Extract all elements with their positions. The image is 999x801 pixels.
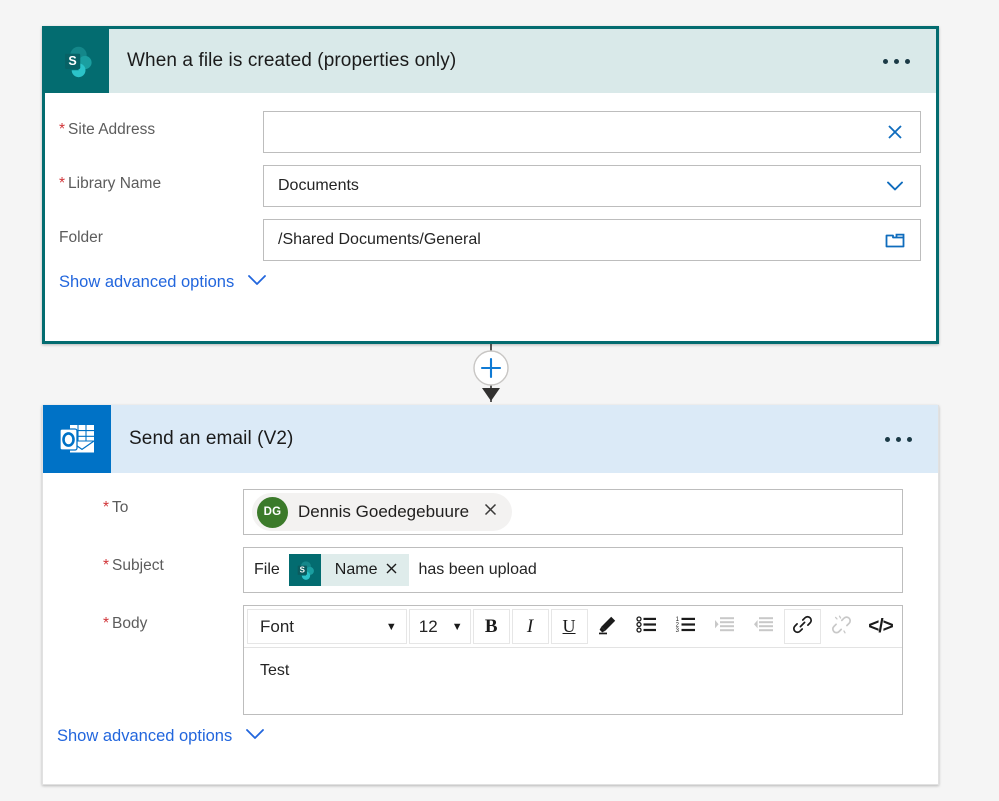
chevron-down-icon xyxy=(244,727,266,746)
body-label: * Body xyxy=(103,615,148,632)
svg-text:S: S xyxy=(299,566,304,575)
flow-designer-canvas: S When a file is created (properties onl… xyxy=(0,0,999,801)
code-view-label: </> xyxy=(868,615,894,637)
clear-site-address-icon[interactable] xyxy=(882,119,908,145)
remove-recipient-icon[interactable] xyxy=(479,502,498,522)
email-card-header[interactable]: Send an email (V2) xyxy=(43,405,938,473)
email-card-title: Send an email (V2) xyxy=(129,428,294,449)
font-family-value: Font xyxy=(260,616,295,636)
required-asterisk: * xyxy=(59,121,66,138)
font-size-select[interactable]: 12 ▼ xyxy=(408,609,471,644)
recipient-chip[interactable]: DG Dennis Goedegebuure xyxy=(252,493,513,531)
font-family-select[interactable]: Font ▼ xyxy=(247,609,407,644)
trigger-card-title: When a file is created (properties only) xyxy=(127,50,457,71)
underline-button-label: U xyxy=(562,616,576,636)
email-card-more-options-icon[interactable] xyxy=(885,436,938,442)
remove-token-icon[interactable] xyxy=(385,562,409,579)
trigger-card-header[interactable]: S When a file is created (properties onl… xyxy=(45,29,936,93)
unlink-icon xyxy=(831,614,852,640)
avatar: DG xyxy=(257,496,288,528)
trigger-advanced-label: Show advanced options xyxy=(59,273,235,291)
italic-button-label: I xyxy=(526,615,534,637)
field-row-folder: Folder /Shared Documents/General xyxy=(45,219,936,261)
sharepoint-icon: S xyxy=(288,554,321,586)
flow-connector xyxy=(466,344,516,406)
bold-button-label: B xyxy=(484,615,498,637)
link-button[interactable] xyxy=(784,609,822,644)
field-row-library-name: * Library Name Documents xyxy=(45,165,936,207)
subject-input[interactable]: File S Name has been upload xyxy=(243,547,903,593)
library-name-value: Documents xyxy=(278,177,359,194)
dynamic-content-token-name[interactable]: S Name xyxy=(288,554,410,586)
trigger-card-sharepoint[interactable]: S When a file is created (properties onl… xyxy=(42,26,939,344)
bulleted-list-button[interactable] xyxy=(628,609,665,644)
svg-text:S: S xyxy=(68,54,76,68)
required-asterisk: * xyxy=(103,557,110,574)
field-row-to: * To DG Dennis Goedegebuure xyxy=(43,489,938,535)
trigger-card-more-options-icon[interactable] xyxy=(883,58,936,64)
trigger-show-advanced-options-link[interactable]: Show advanced options xyxy=(45,273,268,292)
outdent-button[interactable] xyxy=(745,609,782,644)
email-advanced-label: Show advanced options xyxy=(57,727,233,745)
chevron-down-icon xyxy=(246,273,268,292)
to-input[interactable]: DG Dennis Goedegebuure xyxy=(243,489,903,535)
library-name-label: * Library Name xyxy=(59,175,162,192)
site-address-input[interactable] xyxy=(263,111,921,153)
numbered-list-icon: 1 2 3 xyxy=(675,615,696,639)
underline-button[interactable]: U xyxy=(550,609,588,644)
body-content-text: Test xyxy=(260,662,290,679)
folder-picker-icon[interactable] xyxy=(882,227,908,253)
italic-button[interactable]: I xyxy=(511,609,549,644)
numbered-list-button[interactable]: 1 2 3 xyxy=(667,609,704,644)
highlighter-icon xyxy=(597,614,618,640)
site-address-label: * Site Address xyxy=(59,121,156,138)
sharepoint-icon: S xyxy=(45,29,109,93)
chevron-down-icon: ▼ xyxy=(385,620,397,633)
email-show-advanced-options-link[interactable]: Show advanced options xyxy=(43,727,266,746)
highlight-button[interactable] xyxy=(590,609,627,644)
field-row-subject: * Subject File S Name has been upload xyxy=(43,547,938,593)
subject-suffix-text: has been upload xyxy=(418,561,537,578)
subject-prefix-text: File xyxy=(254,561,280,578)
action-card-send-email[interactable]: Send an email (V2) * To DG Dennis Goedege… xyxy=(42,405,939,785)
outdent-icon xyxy=(753,615,774,639)
folder-input[interactable]: /Shared Documents/General xyxy=(263,219,921,261)
required-asterisk: * xyxy=(103,615,110,632)
field-row-site-address: * Site Address xyxy=(45,111,936,153)
code-view-button[interactable]: </> xyxy=(862,609,899,644)
to-label: * To xyxy=(103,499,129,516)
indent-icon xyxy=(714,615,735,639)
trigger-card-body: * Site Address * Library Name Documents … xyxy=(45,93,936,292)
required-asterisk: * xyxy=(103,499,110,516)
library-name-input[interactable]: Documents xyxy=(263,165,921,207)
field-row-body: * Body Font ▼ 12 ▼ B I U 1 2 3 </> Test xyxy=(43,605,938,715)
email-advanced-row: Show advanced options xyxy=(43,727,938,746)
indent-button[interactable] xyxy=(706,609,743,644)
subject-label: * Subject xyxy=(103,557,164,574)
folder-value: /Shared Documents/General xyxy=(278,231,481,248)
library-name-dropdown-icon[interactable] xyxy=(882,173,908,199)
folder-label: Folder xyxy=(59,229,103,246)
rich-text-toolbar: Font ▼ 12 ▼ B I U 1 2 3 </> xyxy=(244,606,902,648)
body-rich-text-editor[interactable]: Font ▼ 12 ▼ B I U 1 2 3 </> Test xyxy=(243,605,903,715)
link-icon xyxy=(792,614,813,640)
chevron-down-icon: ▼ xyxy=(451,620,463,633)
unlink-button[interactable] xyxy=(823,609,860,644)
bulleted-list-icon xyxy=(636,615,657,639)
outlook-icon xyxy=(43,405,111,473)
body-content-area[interactable]: Test xyxy=(244,648,902,714)
recipient-name: Dennis Goedegebuure xyxy=(298,502,470,521)
bold-button[interactable]: B xyxy=(472,609,510,644)
trigger-advanced-row: Show advanced options xyxy=(45,273,936,292)
font-size-value: 12 xyxy=(418,616,438,636)
required-asterisk: * xyxy=(59,175,66,192)
svg-text:3: 3 xyxy=(676,628,680,634)
token-label: Name xyxy=(334,561,378,578)
email-card-body: * To DG Dennis Goedegebuure * Subject Fi… xyxy=(43,473,938,746)
